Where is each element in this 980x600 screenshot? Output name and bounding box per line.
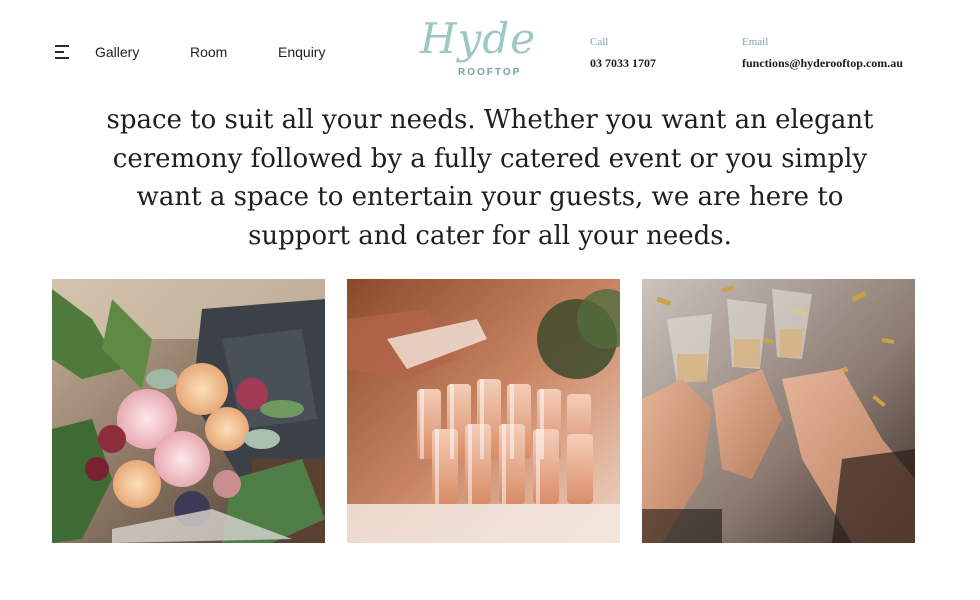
intro-line: want a space to entertain your guests, w… <box>136 182 844 212</box>
email-label: Email <box>742 36 769 48</box>
intro-line: ceremony followed by a fully catered eve… <box>112 143 868 174</box>
flower-arrangement-photo <box>52 279 325 543</box>
email-link[interactable]: functions@hyderooftop.com.au <box>742 56 903 71</box>
hyde-rooftop-logo[interactable]: Hyde ROOFTOP <box>416 18 535 88</box>
site-header: Gallery Room Enquiry Hyde ROOFTOP Call 0… <box>0 0 980 100</box>
hamburger-icon[interactable] <box>55 45 71 60</box>
nav-link-enquiry[interactable]: Enquiry <box>278 44 325 60</box>
nav-link-gallery[interactable]: Gallery <box>95 44 139 60</box>
toasting-glasses-photo <box>642 279 915 543</box>
logo-sub-text: ROOFTOP <box>458 67 522 78</box>
intro-paragraph: space to suit all your needs. Whether yo… <box>90 101 890 255</box>
logo-script-text: Hyde <box>420 14 537 63</box>
intro-line: space to suit all your needs. Whether yo… <box>106 105 874 135</box>
phone-link[interactable]: 03 7033 1707 <box>590 56 656 71</box>
call-label: Call <box>590 36 609 48</box>
intro-line: support and cater for all your needs. <box>248 220 732 251</box>
nav-link-room[interactable]: Room <box>190 44 227 60</box>
champagne-tower-photo <box>347 279 620 543</box>
